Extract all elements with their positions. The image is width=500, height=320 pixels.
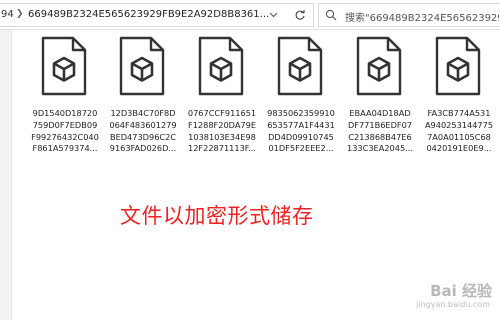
- annotation-caption: 文件以加密形式储存: [120, 204, 314, 228]
- unknown-file-cube-icon: [277, 36, 323, 96]
- unknown-file-cube-icon: [41, 36, 87, 96]
- refresh-button[interactable]: [292, 7, 308, 23]
- refresh-icon: [295, 10, 305, 20]
- file-name: EBAA04D18AD DF771B6EDF07 C213868B47E6 13…: [347, 108, 413, 154]
- file-name: 9D1540D18720 759D0F7EDB09 F99276432C040 …: [31, 108, 99, 154]
- search-icon: [325, 9, 337, 21]
- breadcrumb-previous[interactable]: 94: [1, 9, 14, 20]
- address-history-dropdown[interactable]: [266, 8, 280, 22]
- address-toolbar: 94 ❯ 669489B2324E565623929FB9E2A92D8B836…: [0, 0, 500, 30]
- navigation-pane-edge[interactable]: [0, 30, 12, 320]
- unknown-file-cube-icon: [119, 36, 165, 96]
- watermark-url: jingyan.baidu.com: [416, 300, 490, 309]
- file-item[interactable]: FA3CB774A531 A940253144775 7A0A01105C68 …: [424, 36, 494, 186]
- chevron-right-icon: ❯: [16, 9, 24, 19]
- unknown-file-cube-icon: [356, 36, 402, 96]
- file-item[interactable]: 9D1540D18720 759D0F7EDB09 F99276432C040 …: [30, 36, 100, 186]
- address-bar[interactable]: 94 ❯ 669489B2324E565623929FB9E2A92D8B836…: [0, 3, 314, 27]
- search-input[interactable]: 搜索"669489B2324E565623929...: [318, 3, 500, 27]
- file-name: 0767CCF911651 F1288F20DA79E 1038103E34E9…: [187, 108, 257, 154]
- file-name: FA3CB774A531 A940253144775 7A0A01105C68 …: [424, 108, 494, 154]
- file-name: 9835062359910 653577A1F4431 DD4D09910745…: [267, 108, 335, 154]
- file-item[interactable]: 0767CCF911651 F1288F20DA79E 1038103E34E9…: [187, 36, 257, 186]
- file-item[interactable]: 12D3B4C70F8D 064F483601279 BED473D96C2C …: [108, 36, 178, 186]
- unknown-file-cube-icon: [435, 36, 481, 96]
- file-item[interactable]: 9835062359910 653577A1F4431 DD4D09910745…: [266, 36, 336, 186]
- file-item[interactable]: EBAA04D18AD DF771B6EDF07 C213868B47E6 13…: [345, 36, 415, 186]
- watermark: Bai 经验 jingyan.baidu.com: [406, 280, 492, 314]
- file-name: 12D3B4C70F8D 064F483601279 BED473D96C2C …: [109, 108, 177, 154]
- breadcrumb-current[interactable]: 669489B2324E565623929FB9E2A92D8B8361...: [28, 9, 269, 20]
- chevron-down-icon: [269, 12, 277, 18]
- unknown-file-cube-icon: [198, 36, 244, 96]
- watermark-brand: Bai 经验: [430, 282, 492, 300]
- search-placeholder: 搜索"669489B2324E565623929...: [345, 13, 499, 24]
